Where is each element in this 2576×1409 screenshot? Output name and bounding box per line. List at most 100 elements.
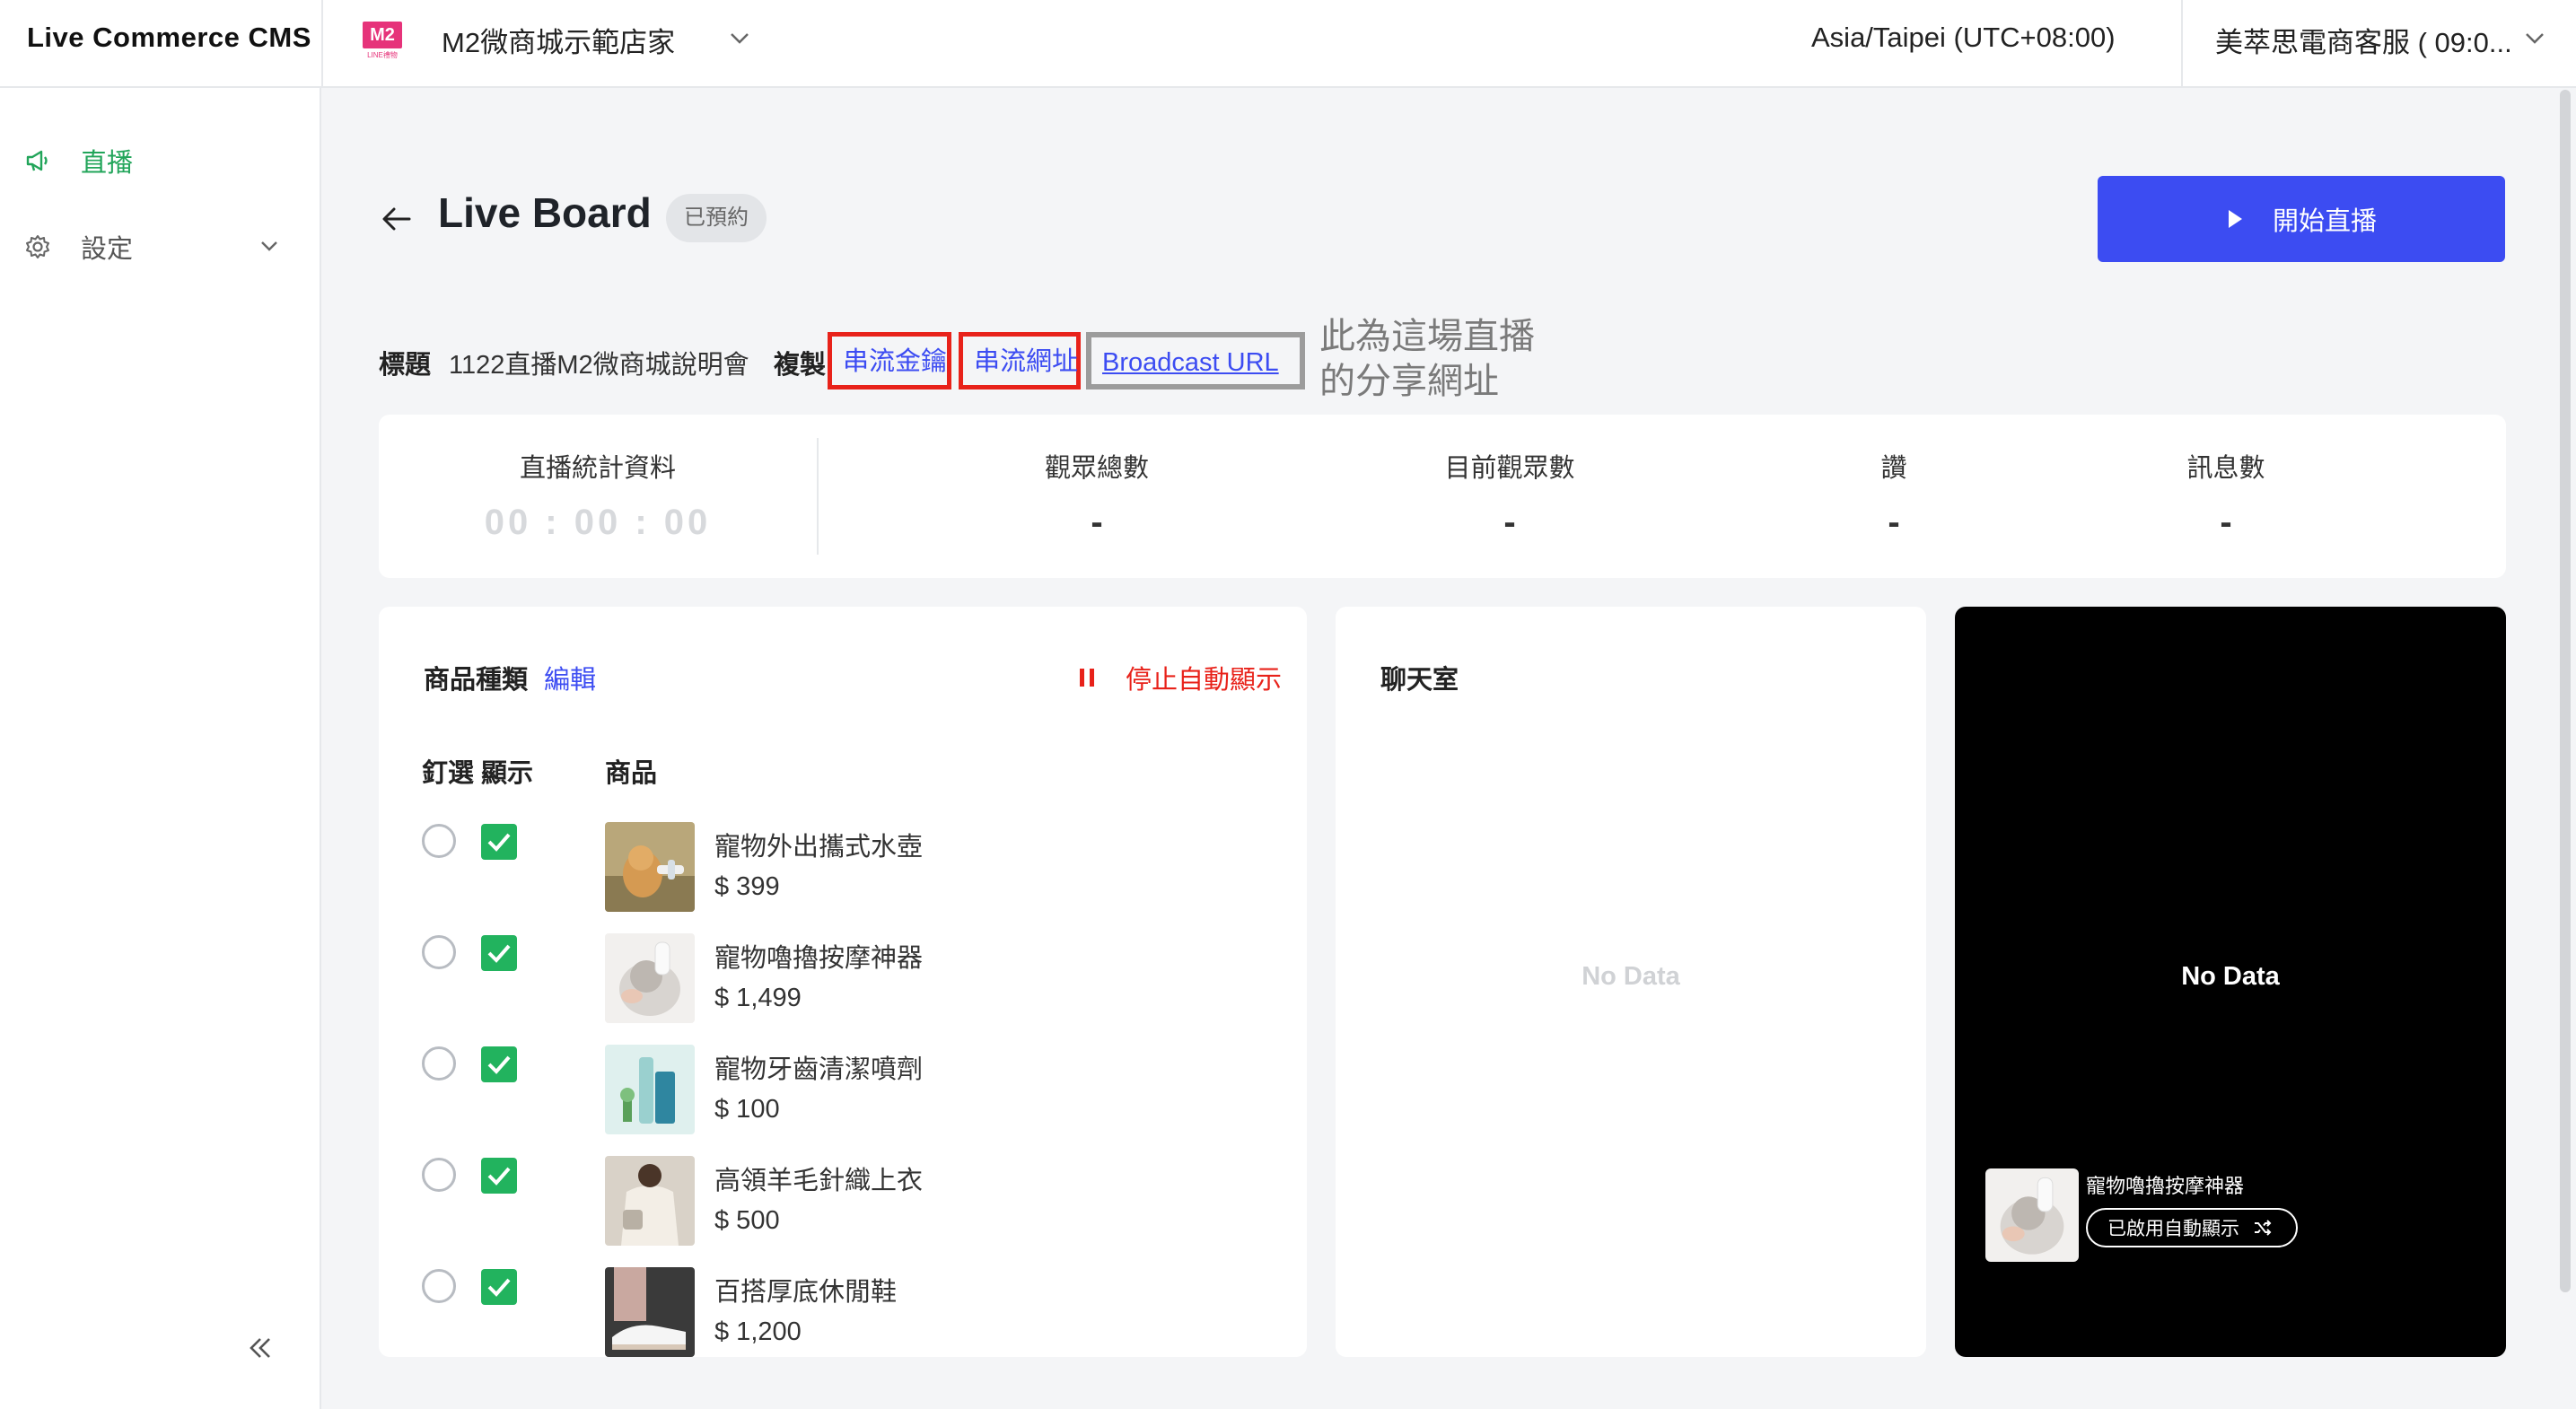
product-price: $ 100 — [714, 1095, 780, 1124]
copy-stream-key-link[interactable]: 串流金鑰 — [828, 332, 951, 389]
auto-display-toggle[interactable]: 已啟用自動顯示 — [2086, 1208, 2298, 1247]
featured-product-thumbnail — [1985, 1168, 2079, 1262]
pin-radio[interactable] — [422, 935, 456, 969]
divider — [2181, 0, 2183, 88]
show-checkbox[interactable] — [481, 1269, 517, 1305]
annotation-note: 此為這場直播 的分享網址 — [1319, 314, 1535, 404]
product-name: 寵物嚕擼按摩神器 — [714, 944, 924, 973]
product-thumbnail — [605, 1045, 695, 1134]
checkmark-icon — [487, 1055, 511, 1074]
copy-label: 複製 — [774, 351, 827, 380]
stat-duration: 直播統計資料 00 : 00 : 00 — [379, 447, 817, 543]
column-header-pin: 釘選 — [422, 759, 475, 788]
show-checkbox[interactable] — [481, 1158, 517, 1194]
play-icon — [2228, 210, 2242, 228]
annotation-line: 的分享網址 — [1319, 362, 1499, 401]
live-preview: No Data 寵物嚕擼按摩神器 已啟用自動顯示 — [1955, 607, 2506, 1357]
checkmark-icon — [487, 1278, 511, 1297]
product-price: $ 1,499 — [714, 984, 802, 1012]
copy-broadcast-url-link[interactable]: Broadcast URL — [1086, 332, 1305, 389]
chat-room-card: 聊天室 No Data — [1336, 607, 1926, 1357]
timezone-label: Asia/Taipei (UTC+08:00) — [1811, 22, 2116, 53]
store-selector[interactable]: M2微商城示範店家 — [442, 20, 675, 60]
stat-value: 00 : 00 : 00 — [484, 503, 712, 542]
stat-messages: 訊息數 - — [2118, 447, 2334, 543]
brand-title[interactable]: Live Commerce CMS — [27, 22, 311, 54]
account-selector[interactable]: 美萃思電商客服 ( 09:0... — [2215, 20, 2512, 60]
stat-label: 觀眾總數 — [1044, 454, 1149, 483]
chevron-down-icon[interactable] — [257, 233, 282, 258]
store-logo-sub: LINE禮物 — [367, 51, 398, 59]
sidebar-item-label: 直播 — [81, 149, 134, 178]
sidebar: 直播 設定 — [0, 88, 321, 1409]
sidebar-item-label: 設定 — [81, 235, 134, 264]
product-row: 百搭厚底休閒鞋 $ 1,200 — [379, 1267, 1307, 1357]
product-row: 寵物外出攜式水壺 $ 399 — [379, 822, 1307, 912]
column-header-show: 顯示 — [481, 759, 534, 788]
stats-card: 直播統計資料 00 : 00 : 00 觀眾總數 - 目前觀眾數 - 讚 - 訊… — [379, 415, 2506, 578]
column-header-product: 商品 — [605, 759, 658, 788]
stat-value: - — [1091, 503, 1103, 542]
chat-empty-state: No Data — [1582, 962, 1680, 991]
product-price: $ 399 — [714, 872, 780, 901]
pin-radio[interactable] — [422, 1158, 456, 1192]
preview-empty-state: No Data — [2181, 962, 2280, 991]
product-thumbnail — [605, 822, 695, 912]
store-logo-text: M2 — [363, 22, 402, 48]
product-row: 寵物牙齒清潔噴劑 $ 100 — [379, 1045, 1307, 1134]
checkmark-icon — [487, 833, 511, 852]
status-badge: 已預約 — [666, 194, 767, 242]
show-checkbox[interactable] — [481, 824, 517, 860]
pin-radio[interactable] — [422, 1046, 456, 1081]
title-value: 1122直播M2微商城說明會 — [449, 351, 749, 380]
page-title: Live Board — [438, 189, 652, 236]
edit-products-link[interactable]: 編輯 — [544, 659, 596, 696]
divider — [817, 438, 819, 555]
product-name: 百搭厚底休閒鞋 — [714, 1278, 898, 1307]
pin-radio[interactable] — [422, 824, 456, 858]
products-card: 商品種類 編輯 停止自動顯示 釘選 顯示 商品 寵物外出攜式水壺 $ 399 寵… — [379, 607, 1307, 1357]
gear-icon — [26, 235, 49, 258]
products-heading: 商品種類 — [424, 666, 529, 695]
featured-product-name: 寵物嚕擼按摩神器 — [2086, 1175, 2245, 1197]
product-price: $ 1,200 — [714, 1317, 802, 1346]
collapse-sidebar-icon[interactable] — [241, 1328, 280, 1368]
product-name: 高領羊毛針織上衣 — [714, 1167, 924, 1195]
megaphone-icon — [26, 150, 48, 171]
checkmark-icon — [487, 944, 511, 963]
stat-label: 直播統計資料 — [519, 454, 676, 483]
stat-label: 讚 — [1880, 454, 1907, 483]
stat-total-viewers: 觀眾總數 - — [944, 447, 1249, 543]
chevron-down-icon[interactable] — [2520, 23, 2549, 52]
scrollbar[interactable] — [2560, 90, 2571, 1292]
copy-stream-url-link[interactable]: 串流網址 — [959, 332, 1081, 389]
product-thumbnail — [605, 933, 695, 1023]
divider — [321, 0, 323, 88]
product-price: $ 500 — [714, 1206, 780, 1235]
sidebar-item-live[interactable]: 直播 — [23, 142, 133, 179]
start-live-label: 開始直播 — [2272, 207, 2377, 236]
stat-value: - — [1888, 503, 1900, 542]
stat-label: 訊息數 — [2186, 454, 2265, 483]
pause-icon — [1080, 669, 1094, 687]
start-live-button[interactable]: 開始直播 — [2098, 176, 2505, 262]
sidebar-item-settings[interactable]: 設定 — [23, 228, 133, 266]
chat-room-title: 聊天室 — [1380, 666, 1459, 695]
stat-likes: 讚 - — [1822, 447, 1966, 543]
checkmark-icon — [487, 1167, 511, 1186]
top-header: Live Commerce CMS M2 LINE禮物 M2微商城示範店家 As… — [0, 0, 2576, 88]
product-name: 寵物牙齒清潔噴劑 — [714, 1055, 924, 1084]
stop-auto-display-button[interactable]: 停止自動顯示 — [1077, 659, 1282, 696]
stat-value: - — [1503, 503, 1516, 542]
chevron-down-icon[interactable] — [725, 23, 754, 52]
show-checkbox[interactable] — [481, 1046, 517, 1082]
stat-value: - — [2220, 503, 2232, 542]
pin-radio[interactable] — [422, 1269, 456, 1303]
title-label: 標題 — [379, 351, 432, 380]
stop-auto-label: 停止自動顯示 — [1126, 666, 1283, 695]
back-arrow-icon[interactable] — [377, 199, 416, 239]
auto-display-label: 已啟用自動顯示 — [2107, 1219, 2239, 1239]
store-logo: M2 LINE禮物 — [363, 22, 402, 61]
product-thumbnail — [605, 1267, 695, 1357]
show-checkbox[interactable] — [481, 935, 517, 971]
